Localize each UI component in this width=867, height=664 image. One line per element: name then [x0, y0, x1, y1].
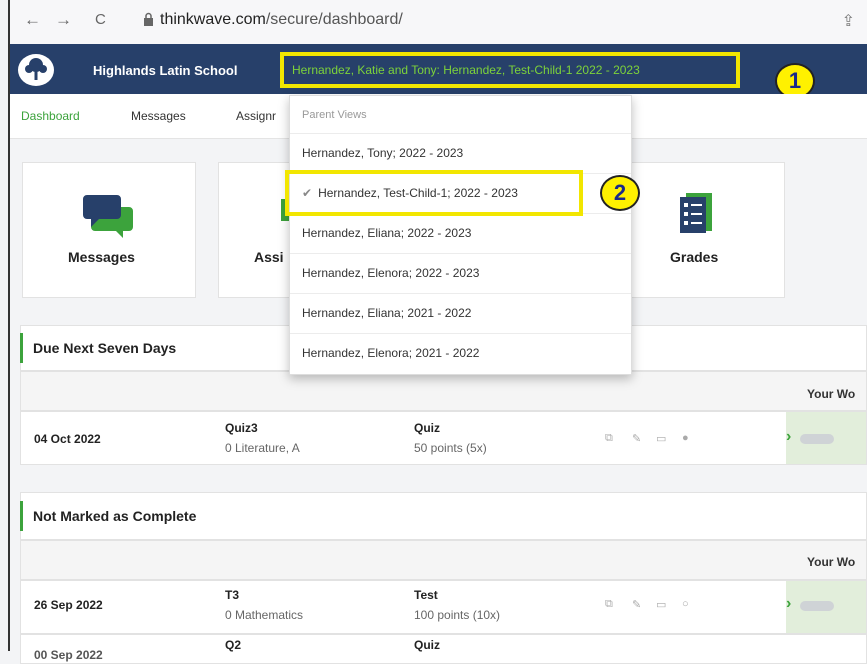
your-work-cell — [786, 412, 866, 464]
nav-messages[interactable]: Messages — [131, 109, 186, 123]
assignment-name[interactable]: Q2 — [225, 638, 241, 652]
assignment-type: Quiz — [414, 421, 440, 435]
tile-messages[interactable]: Messages — [22, 162, 196, 298]
highlight-box-2 — [285, 170, 583, 216]
table-row[interactable] — [20, 634, 867, 664]
assignment-points: 50 points (5x) — [414, 441, 487, 455]
tile-assignments-label: Assi — [254, 249, 284, 265]
student-selector[interactable]: Hernandez, Katie and Tony: Hernandez, Te… — [280, 52, 740, 88]
dropdown-item[interactable]: Hernandez, Tony; 2022 - 2023 — [290, 133, 631, 173]
table-row[interactable] — [20, 411, 867, 465]
chevron-right-icon[interactable]: › — [786, 595, 791, 613]
dropdown-item-label: Hernandez, Elenora; 2022 - 2023 — [302, 266, 480, 280]
nav-dashboard[interactable]: Dashboard — [21, 109, 80, 123]
comment-icon[interactable]: ○ — [682, 598, 689, 610]
dropdown-item[interactable]: Hernandez, Elenora; 2021 - 2022 — [290, 333, 631, 373]
dropdown-item[interactable]: Hernandez, Eliana; 2021 - 2022 — [290, 293, 631, 333]
school-name[interactable]: Highlands Latin School — [93, 63, 237, 78]
dropdown-item-label: Hernandez, Tony; 2022 - 2023 — [302, 146, 464, 160]
comment-icon[interactable]: ● — [682, 432, 689, 444]
due-date: 26 Sep 2022 — [34, 598, 103, 612]
copy-icon[interactable]: ⧉ — [605, 598, 613, 611]
browser-toolbar: ← → C thinkwave.com/secure/dashboard/ ⇪ — [10, 0, 867, 45]
lock-icon — [144, 12, 153, 26]
dropdown-item-label: Hernandez, Eliana; 2022 - 2023 — [302, 226, 472, 240]
your-work-cell — [786, 581, 866, 633]
your-work-header: Your Wo — [807, 555, 856, 569]
assignment-class: 0 Literature, A — [225, 441, 300, 455]
your-work-header: Your Wo — [807, 387, 856, 401]
dropdown-item[interactable]: Hernandez, Eliana; 2022 - 2023 — [290, 213, 631, 253]
messages-icon — [83, 195, 133, 238]
parent-views-dropdown: Parent Views Hernandez, Tony; 2022 - 202… — [289, 95, 632, 375]
share-icon[interactable]: ⇪ — [842, 11, 855, 31]
assignment-type: Test — [414, 588, 438, 602]
work-status-pill — [800, 434, 834, 444]
assignment-name[interactable]: Quiz3 — [225, 421, 258, 435]
forward-icon[interactable]: → — [55, 10, 72, 30]
due-column-header — [20, 371, 867, 411]
assignment-points: 100 points (10x) — [414, 608, 501, 622]
dropdown-item-label: Hernandez, Elenora; 2021 - 2022 — [302, 346, 480, 360]
work-status-pill — [800, 601, 834, 611]
dropdown-header: Parent Views — [302, 109, 367, 121]
message-icon[interactable]: ▭ — [656, 598, 666, 611]
copy-icon[interactable]: ⧉ — [605, 432, 613, 445]
grades-icon — [680, 193, 712, 233]
url-bar[interactable]: thinkwave.com/secure/dashboard/ — [160, 11, 403, 29]
attachment-icon[interactable]: ✎ — [632, 598, 641, 611]
due-date: 04 Oct 2022 — [34, 432, 101, 446]
url-host: thinkwave.com — [160, 11, 266, 28]
message-icon[interactable]: ▭ — [656, 432, 666, 445]
tile-messages-label: Messages — [68, 249, 135, 265]
due-section-title: Due Next Seven Days — [20, 333, 176, 363]
assignment-class: 0 Mathematics — [225, 608, 304, 622]
assignment-name[interactable]: T3 — [225, 588, 239, 602]
dropdown-item[interactable]: Hernandez, Elenora; 2022 - 2023 — [290, 253, 631, 293]
table-row[interactable] — [20, 580, 867, 634]
dropdown-item-label: Hernandez, Eliana; 2021 - 2022 — [302, 306, 472, 320]
attachment-icon[interactable]: ✎ — [632, 432, 641, 445]
url-path: /secure/dashboard/ — [265, 11, 403, 28]
assignment-type: Quiz — [414, 638, 440, 652]
tile-grades-label: Grades — [670, 249, 719, 265]
back-icon[interactable]: ← — [24, 10, 41, 30]
school-logo-icon — [18, 54, 54, 86]
nav-assignments[interactable]: Assignr — [236, 109, 276, 123]
not-marked-section-title: Not Marked as Complete — [20, 501, 196, 531]
due-date: 00 Sep 2022 — [34, 648, 103, 662]
callout-2: 2 — [600, 175, 640, 211]
tile-grades[interactable]: Grades — [630, 162, 785, 298]
reload-icon[interactable]: C — [95, 11, 106, 28]
not-marked-column-header — [20, 540, 867, 580]
chevron-right-icon[interactable]: › — [786, 428, 791, 446]
